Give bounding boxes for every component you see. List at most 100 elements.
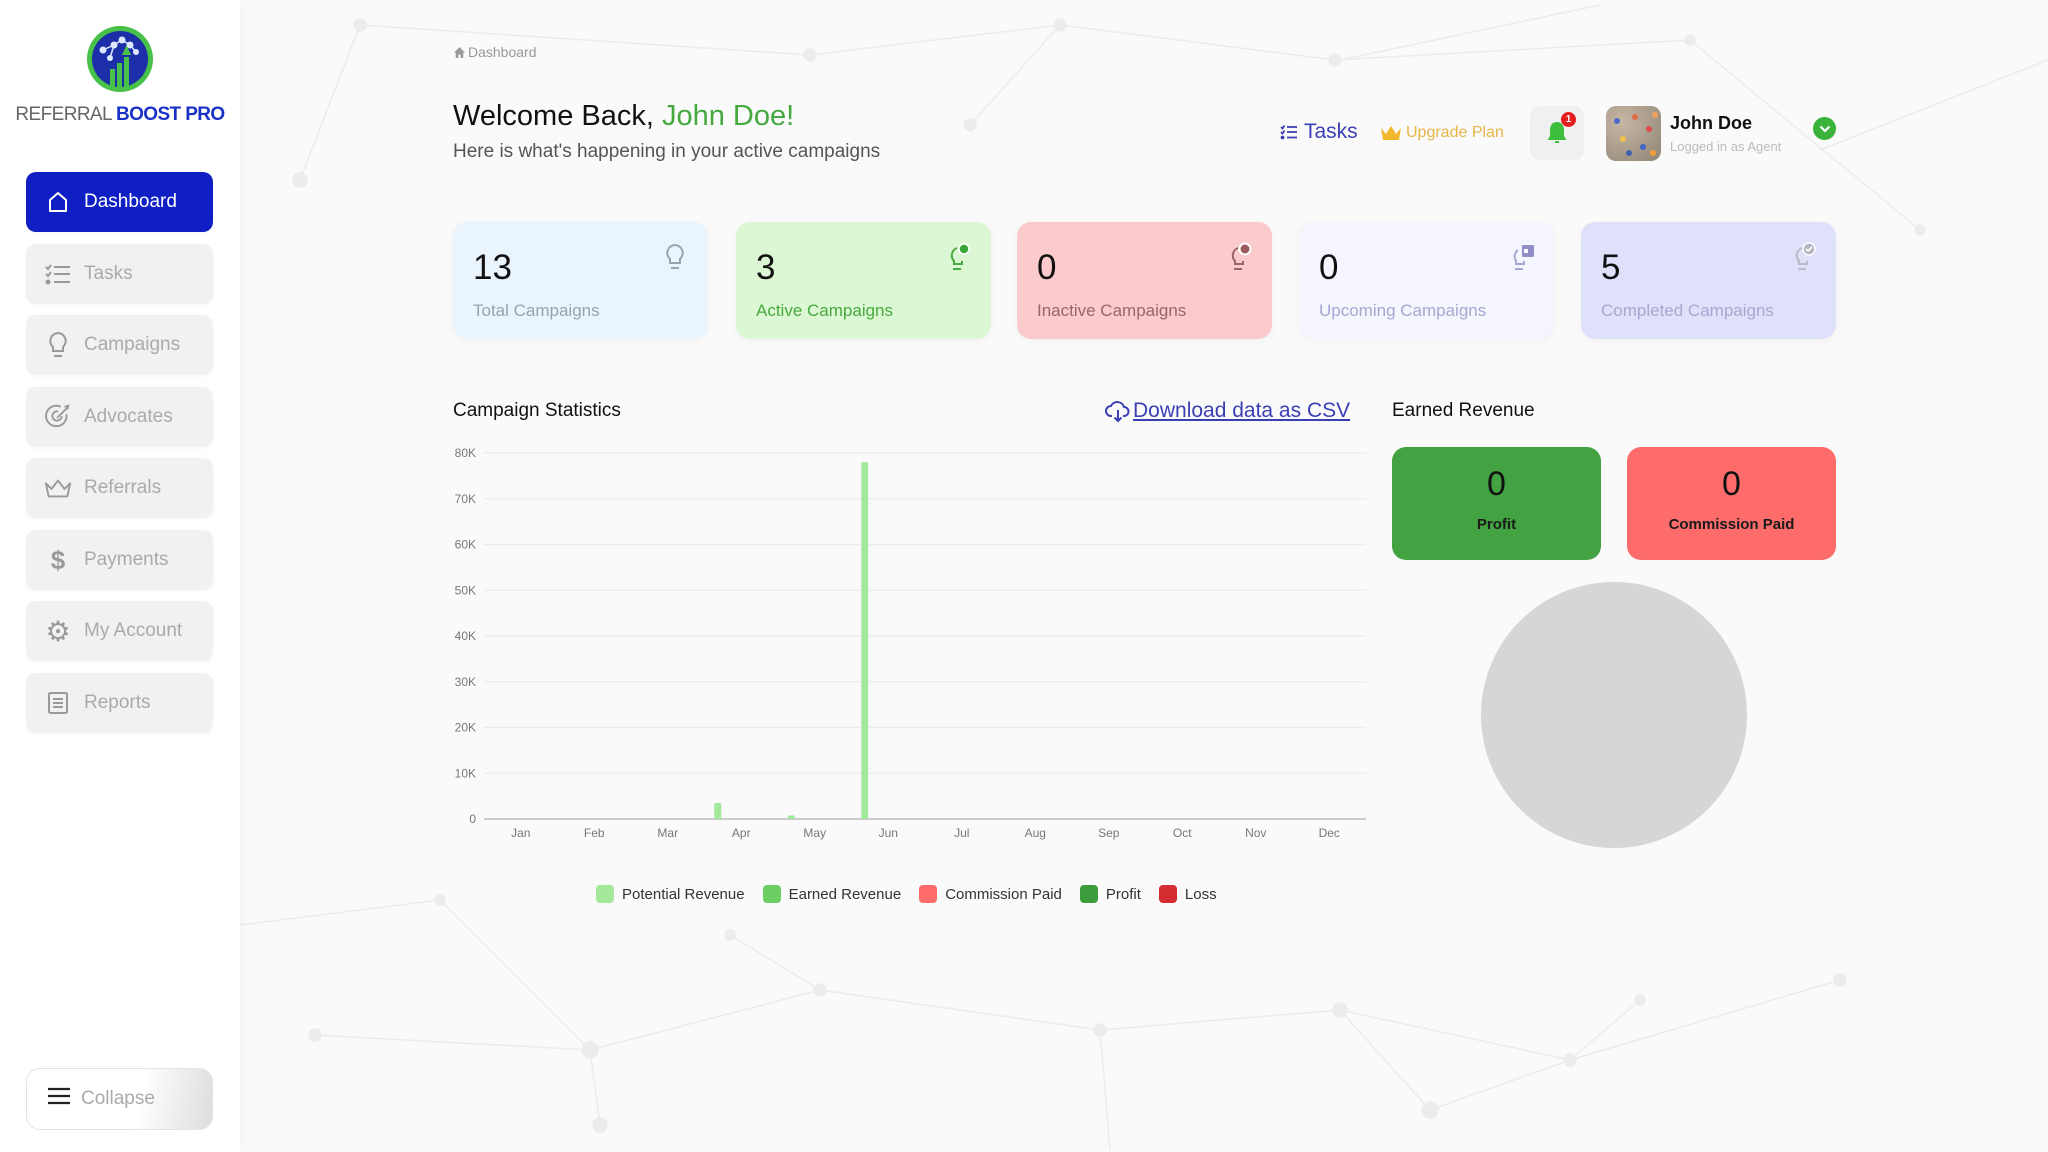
cloud-download-icon [1105,401,1130,423]
legend-swatch [762,885,781,903]
download-csv-link[interactable]: Download data as CSV [1105,399,1350,423]
sidebar-item-label: Tasks [84,263,133,284]
lightbulb-icon [44,331,72,359]
sidebar-item-label: Payments [84,549,169,570]
campaign-statistics-chart: 0 10K 20K 30K 40K 50K 60K 70K 80K Jan Feb Mar Apr Ma… [455,446,1366,840]
breadcrumb-item: Dashboard [468,44,537,60]
x-tick-label: Oct [1173,826,1192,840]
sidebar-item-payments[interactable]: $ Payments [26,530,213,590]
collapse-button[interactable]: Collapse [26,1068,213,1130]
legend-label: Profit [1105,885,1141,903]
sidebar-item-label: Dashboard [84,191,177,212]
x-tick-label: Apr [732,826,751,840]
profit-label: Profit [1476,516,1517,533]
x-tick-label: Jun [879,826,898,840]
x-tick-label: Feb [584,826,605,840]
collapse-label: Collapse [81,1088,155,1109]
x-tick-label: Aug [1025,826,1046,840]
home-icon [454,46,465,58]
sidebar: REFERRAL BOOST PRO Dashboard Tasks Campa… [0,0,240,1152]
stat-card-total-campaigns[interactable]: 13 Total Campaigns [453,222,708,339]
hamburger-icon [47,1086,73,1112]
checklist-icon [44,260,72,288]
sidebar-item-referrals[interactable]: Referrals [26,458,213,518]
avatar[interactable] [1606,106,1661,161]
chevron-down-icon [1819,125,1830,133]
user-role: Logged in as Agent [1670,139,1782,154]
legend-item-profit[interactable]: Profit [1079,885,1141,903]
y-tick-label: 30K [455,675,476,689]
user-menu-toggle[interactable] [1813,117,1836,140]
sidebar-item-tasks[interactable]: Tasks [26,244,213,304]
stat-value: 3 [756,248,776,287]
y-tick-label: 60K [455,538,476,552]
main-content: Dashboard Welcome Back, John Doe! Here i… [0,0,2048,1152]
sidebar-item-my-account[interactable]: ⚙ My Account [26,601,213,661]
legend-swatch [919,885,938,903]
legend-label: Earned Revenue [788,885,902,903]
y-tick-label: 20K [455,721,476,735]
sidebar-item-dashboard[interactable]: Dashboard [26,172,213,232]
stat-label: Active Campaigns [756,301,894,320]
y-tick-label: 80K [455,446,476,460]
y-tick-label: 70K [455,492,476,506]
gear-icon: ⚙ [45,615,71,647]
sidebar-item-label: My Account [84,620,183,641]
report-icon [44,689,72,717]
sidebar-item-label: Reports [84,692,151,713]
bar-potential-revenue-jun[interactable] [861,462,869,819]
stat-card-inactive-campaigns[interactable]: 0 Inactive Campaigns [1017,222,1272,339]
sidebar-item-reports[interactable]: Reports [26,673,213,733]
upgrade-plan-link[interactable]: Upgrade Plan [1380,124,1504,142]
legend-swatch [596,885,614,903]
bar-potential-revenue-may[interactable] [787,815,795,819]
stat-label: Upcoming Campaigns [1319,301,1487,320]
pie-empty-slice [1481,582,1747,848]
legend-item-loss[interactable]: Loss [1158,885,1217,903]
earned-revenue-title: Earned Revenue [1392,400,1535,421]
chart-legend: Potential Revenue Earned Revenue Commissio… [596,885,1217,903]
legend-swatch [1158,885,1177,903]
checklist-icon [1280,125,1297,140]
notification-badge: 1 [1561,112,1576,127]
sidebar-item-label: Referrals [84,477,162,498]
y-tick-label: 0 [469,812,476,826]
commission-paid-label: Commission Paid [1668,516,1795,533]
x-tick-label: Mar [657,826,678,840]
crown-icon [1381,126,1401,140]
stat-label: Completed Campaigns [1601,301,1774,320]
user-name: John Doe [1670,113,1753,133]
legend-item-earned-revenue[interactable]: Earned Revenue [762,885,902,903]
stat-card-upcoming-campaigns[interactable]: 0 Upcoming Campaigns [1299,222,1554,339]
commission-paid-box: 0 Commission Paid [1627,447,1836,560]
stat-value: 13 [473,248,512,287]
campaign-statistics-title: Campaign Statistics [453,400,621,421]
legend-label: Commission Paid [945,885,1062,903]
sidebar-item-campaigns[interactable]: Campaigns [26,315,213,375]
legend-item-potential-revenue[interactable]: Potential Revenue [596,885,745,903]
crown-icon [44,474,72,502]
bar-potential-revenue-apr[interactable] [714,802,722,819]
breadcrumb[interactable]: Dashboard [453,44,537,60]
stat-card-completed-campaigns[interactable]: 5 Completed Campaigns [1581,222,1836,339]
header-tasks-link[interactable]: Tasks [1280,120,1358,144]
dollar-icon: $ [50,544,66,575]
profit-box: 0 Profit [1392,447,1601,560]
sidebar-item-label: Advocates [84,406,173,427]
notifications-button[interactable]: 1 [1530,106,1584,160]
x-tick-label: Nov [1245,826,1266,840]
profit-value: 0 [1487,465,1506,503]
sidebar-item-advocates[interactable]: Advocates [26,387,213,447]
x-tick-label: Jul [954,826,969,840]
stat-card-active-campaigns[interactable]: 3 Active Campaigns [736,222,991,339]
stat-value: 5 [1601,248,1621,287]
stat-label: Inactive Campaigns [1037,301,1187,320]
lightbulb-check-icon [1795,242,1816,270]
y-tick-label: 40K [455,629,476,643]
home-icon [44,188,72,216]
x-tick-label: Sep [1098,826,1120,840]
y-tick-label: 10K [455,766,476,780]
earned-revenue-pie-chart [1481,582,1747,848]
legend-item-commission-paid[interactable]: Commission Paid [919,885,1062,903]
x-tick-label: Dec [1319,826,1340,840]
